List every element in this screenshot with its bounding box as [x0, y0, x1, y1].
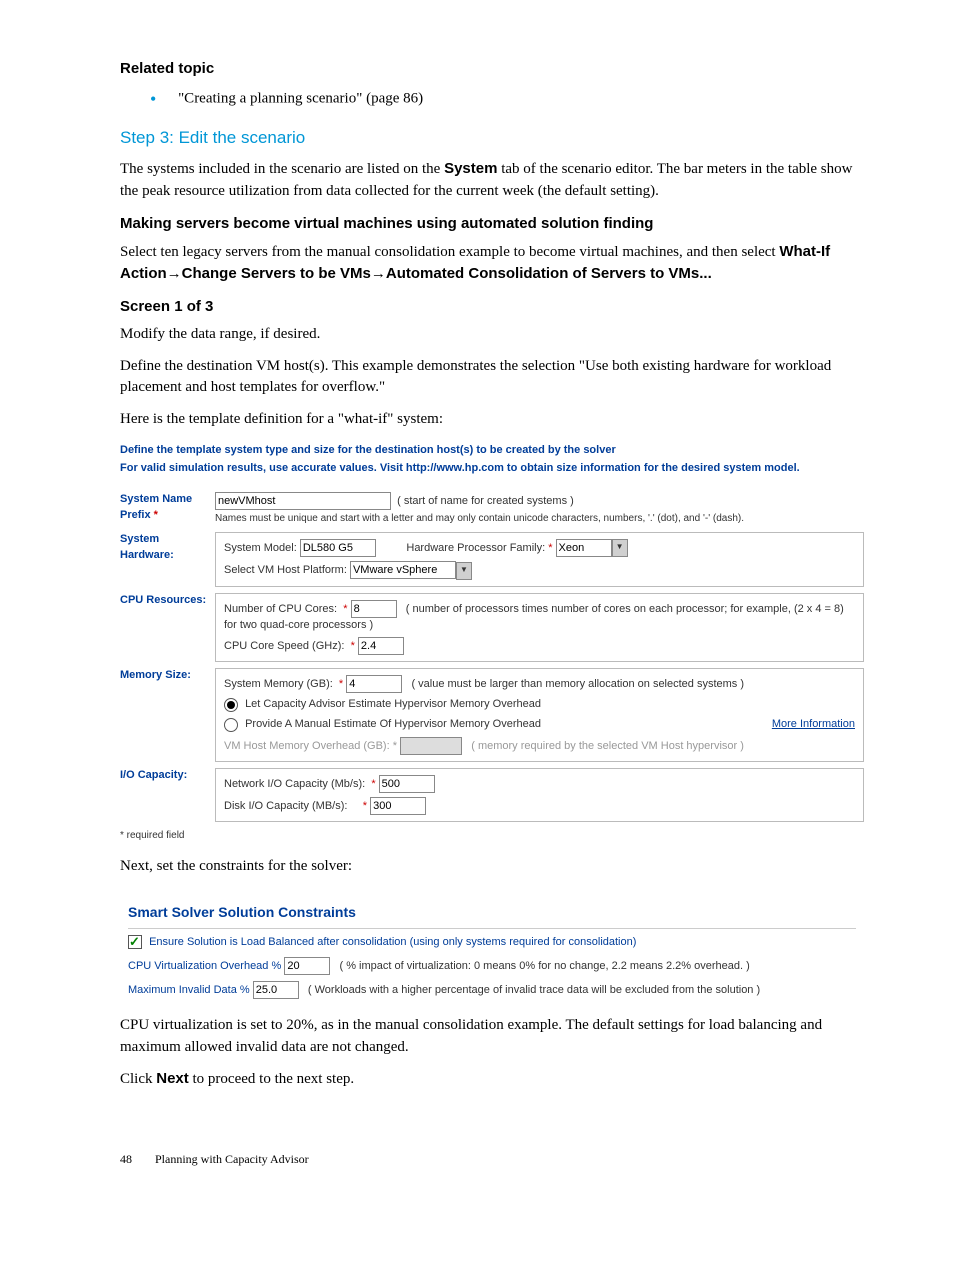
- template-definition-form: Define the template system type and size…: [120, 443, 864, 844]
- closing-p2a: Click: [120, 1071, 156, 1087]
- cpu-box: Number of CPU Cores: * ( number of proce…: [215, 593, 864, 663]
- sysmem-label: System Memory (GB):: [224, 678, 333, 690]
- net-label: Network I/O Capacity (Mb/s):: [224, 778, 365, 790]
- syshw-label: System Hardware:: [120, 529, 215, 589]
- screen1-p2: Define the destination VM host(s). This …: [120, 356, 864, 400]
- syshw-box: System Model: Hardware Processor Family:…: [215, 532, 864, 586]
- vmover-hint: ( memory required by the selected VM Hos…: [471, 740, 744, 752]
- solver-constraints-form: Smart Solver Solution Constraints Ensure…: [120, 890, 864, 1003]
- maxinv-hint: ( Workloads with a higher percentage of …: [308, 984, 760, 996]
- form-intro2: For valid simulation results, use accura…: [120, 461, 864, 477]
- next-constraints-text: Next, set the constraints for the solver…: [120, 856, 864, 878]
- making-paragraph: Select ten legacy servers from the manua…: [120, 241, 864, 287]
- form-intro1: Define the template system type and size…: [120, 443, 864, 459]
- vmover-label: VM Host Memory Overhead (GB): *: [224, 740, 397, 752]
- vmhost-dropdown-icon[interactable]: ▼: [456, 562, 472, 580]
- cspeed-label: CPU Core Speed (GHz):: [224, 640, 344, 652]
- maxinv-label: Maximum Invalid Data %: [128, 984, 250, 996]
- sysmem-hint: ( value must be larger than memory alloc…: [411, 678, 744, 690]
- load-balanced-label: Ensure Solution is Load Balanced after c…: [149, 936, 636, 948]
- page-number: 48: [120, 1152, 132, 1166]
- mem-box: System Memory (GB): * ( value must be la…: [215, 668, 864, 762]
- io-box: Network I/O Capacity (Mb/s): * Disk I/O …: [215, 768, 864, 822]
- hwproc-select[interactable]: [556, 539, 612, 557]
- more-information-link[interactable]: More Information: [772, 717, 855, 733]
- closing-p2: Click Next to proceed to the next step.: [120, 1068, 864, 1091]
- screen1-p3: Here is the template definition for a "w…: [120, 409, 864, 431]
- system-tab-label: System: [444, 160, 497, 177]
- sysname-label: System Name Prefix *: [120, 489, 215, 530]
- sysmem-input[interactable]: [346, 675, 402, 693]
- cspeed-input[interactable]: [358, 637, 404, 655]
- sysname-note: Names must be unique and start with a le…: [215, 512, 864, 527]
- cpuo-label: CPU Virtualization Overhead %: [128, 960, 281, 972]
- screen1-heading: Screen 1 of 3: [120, 296, 864, 318]
- constraints-title: Smart Solver Solution Constraints: [128, 902, 856, 922]
- radio-estimate[interactable]: [224, 698, 238, 712]
- sysname-input[interactable]: [215, 492, 391, 510]
- maxinv-input[interactable]: [253, 981, 299, 999]
- bullet-icon: •: [150, 89, 156, 109]
- radio-estimate-label: Let Capacity Advisor Estimate Hypervisor…: [245, 698, 541, 710]
- disk-input[interactable]: [370, 797, 426, 815]
- chapter-title: Planning with Capacity Advisor: [155, 1152, 309, 1166]
- load-balanced-checkbox[interactable]: [128, 935, 142, 949]
- io-label: I/O Capacity:: [120, 765, 215, 825]
- sysname-hint: ( start of name for created systems ): [397, 495, 574, 507]
- radio-manual[interactable]: [224, 718, 238, 732]
- closing-p2c: to proceed to the next step.: [189, 1071, 354, 1087]
- net-input[interactable]: [379, 775, 435, 793]
- cpu-label: CPU Resources:: [120, 590, 215, 666]
- vmhost-label: Select VM Host Platform:: [224, 564, 347, 576]
- required-field-note: * required field: [120, 829, 864, 844]
- ncores-label: Number of CPU Cores:: [224, 603, 337, 615]
- next-button-ref: Next: [156, 1070, 189, 1087]
- step3-text-a: The systems included in the scenario are…: [120, 161, 444, 177]
- making-text-a: Select ten legacy servers from the manua…: [120, 244, 779, 260]
- making-heading: Making servers become virtual machines u…: [120, 213, 864, 235]
- cpuo-input[interactable]: [284, 957, 330, 975]
- cpuo-hint: ( % impact of virtualization: 0 means 0%…: [340, 960, 750, 972]
- vmhost-select[interactable]: [350, 561, 456, 579]
- radio-manual-label: Provide A Manual Estimate Of Hypervisor …: [245, 718, 541, 730]
- step3-title: Step 3: Edit the scenario: [120, 126, 864, 151]
- closing-p1: CPU virtualization is set to 20%, as in …: [120, 1015, 864, 1059]
- mem-label: Memory Size:: [120, 665, 215, 765]
- disk-label: Disk I/O Capacity (MB/s):: [224, 800, 347, 812]
- model-input[interactable]: [300, 539, 376, 557]
- vmover-input: [400, 737, 462, 755]
- step3-paragraph: The systems included in the scenario are…: [120, 158, 864, 203]
- related-topic-heading: Related topic: [120, 58, 864, 80]
- related-topic-item: • "Creating a planning scenario" (page 8…: [150, 86, 864, 112]
- hwproc-label: Hardware Processor Family:: [406, 542, 548, 554]
- related-link-text: "Creating a planning scenario" (page 86): [178, 90, 423, 106]
- screen1-p1: Modify the data range, if desired.: [120, 324, 864, 346]
- page-footer: 48 Planning with Capacity Advisor: [120, 1151, 864, 1168]
- model-label: System Model:: [224, 542, 297, 554]
- hwproc-dropdown-icon[interactable]: ▼: [612, 539, 628, 557]
- ncores-input[interactable]: [351, 600, 397, 618]
